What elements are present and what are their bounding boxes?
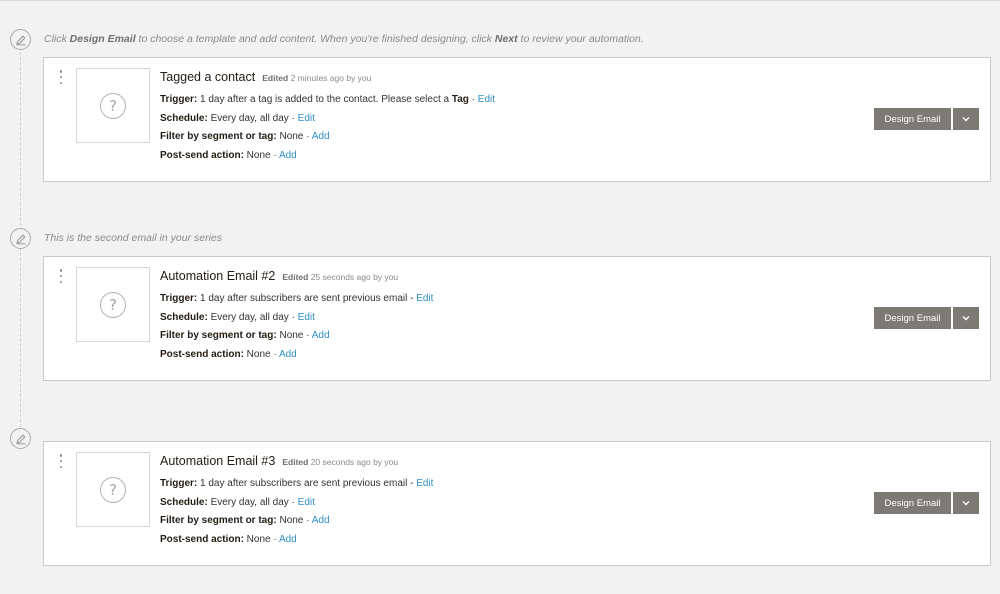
schedule-row: Schedule: Every day, all day · Edit bbox=[160, 496, 315, 508]
pencil-circle-icon[interactable] bbox=[10, 29, 31, 50]
design-email-button[interactable]: Design Email bbox=[874, 108, 951, 130]
chevron-down-icon bbox=[962, 316, 970, 321]
design-email-button[interactable]: Design Email bbox=[874, 307, 951, 329]
kebab-menu-icon[interactable] bbox=[57, 269, 65, 283]
email-card-1: ? Tagged a contact Edited 2 minutes ago … bbox=[43, 57, 991, 182]
automation-workflow: Click Design Email to choose a template … bbox=[0, 0, 1000, 594]
design-email-button[interactable]: Design Email bbox=[874, 492, 951, 514]
filter-row: Filter by segment or tag: None · Add bbox=[160, 330, 330, 341]
post-send-row: Post-send action: None · Add bbox=[160, 533, 297, 545]
email-thumbnail[interactable]: ? bbox=[76, 267, 150, 342]
kebab-menu-icon[interactable] bbox=[57, 70, 65, 84]
post-send-row: Post-send action: None · Add bbox=[160, 348, 297, 360]
post-send-row: Post-send action: None · Add bbox=[160, 149, 297, 161]
email-title: Automation Email #2 bbox=[160, 269, 276, 283]
pencil-circle-icon[interactable] bbox=[10, 228, 31, 249]
filter-row: Filter by segment or tag: None · Add bbox=[160, 131, 330, 142]
email-title: Tagged a contact bbox=[160, 70, 256, 84]
note-bold-design-email: Design Email bbox=[69, 33, 136, 45]
schedule-edit-link[interactable]: Edit bbox=[298, 312, 315, 323]
trigger-edit-link[interactable]: Edit bbox=[416, 293, 433, 304]
question-circle-icon: ? bbox=[100, 92, 126, 119]
trigger-row: Trigger: 1 day after subscribers are sen… bbox=[160, 478, 434, 489]
schedule-edit-link[interactable]: Edit bbox=[298, 497, 315, 508]
email-card-2: ? Automation Email #2 Edited 25 seconds … bbox=[43, 256, 991, 381]
trigger-edit-link[interactable]: Edit bbox=[416, 478, 433, 489]
edited-status: Edited 25 seconds ago by you bbox=[282, 272, 399, 282]
filter-row: Filter by segment or tag: None · Add bbox=[160, 515, 330, 526]
trigger-row: Trigger: 1 day after subscribers are sen… bbox=[160, 293, 434, 304]
filter-add-link[interactable]: Add bbox=[312, 131, 330, 142]
edited-status: Edited 20 seconds ago by you bbox=[282, 457, 399, 467]
schedule-row: Schedule: Every day, all day · Edit bbox=[160, 311, 315, 323]
note-second-email: This is the second email in your series bbox=[44, 232, 222, 244]
design-email-dropdown[interactable] bbox=[953, 492, 979, 514]
email-title: Automation Email #3 bbox=[160, 454, 276, 468]
design-email-dropdown[interactable] bbox=[953, 307, 979, 329]
email-thumbnail[interactable]: ? bbox=[76, 68, 150, 143]
question-circle-icon: ? bbox=[100, 476, 126, 503]
schedule-edit-link[interactable]: Edit bbox=[298, 113, 315, 124]
kebab-menu-icon[interactable] bbox=[57, 454, 65, 468]
filter-add-link[interactable]: Add bbox=[312, 330, 330, 341]
pencil-circle-icon[interactable] bbox=[10, 428, 31, 449]
filter-add-link[interactable]: Add bbox=[312, 515, 330, 526]
post-send-add-link[interactable]: Add bbox=[279, 349, 297, 360]
design-email-dropdown[interactable] bbox=[953, 108, 979, 130]
email-thumbnail[interactable]: ? bbox=[76, 452, 150, 527]
trigger-edit-link[interactable]: Edit bbox=[478, 94, 495, 105]
post-send-add-link[interactable]: Add bbox=[279, 534, 297, 545]
edited-status: Edited 2 minutes ago by you bbox=[262, 73, 372, 83]
note-instructions: Click Design Email to choose a template … bbox=[44, 33, 644, 45]
note-bold-next: Next bbox=[494, 33, 518, 45]
question-circle-icon: ? bbox=[100, 291, 126, 318]
chevron-down-icon bbox=[962, 117, 970, 122]
post-send-add-link[interactable]: Add bbox=[279, 150, 297, 161]
schedule-row: Schedule: Every day, all day · Edit bbox=[160, 112, 315, 124]
email-card-3: ? Automation Email #3 Edited 20 seconds … bbox=[43, 441, 991, 566]
trigger-row: Trigger: 1 day after a tag is added to t… bbox=[160, 94, 496, 105]
chevron-down-icon bbox=[962, 501, 970, 506]
top-divider bbox=[0, 0, 1000, 1]
